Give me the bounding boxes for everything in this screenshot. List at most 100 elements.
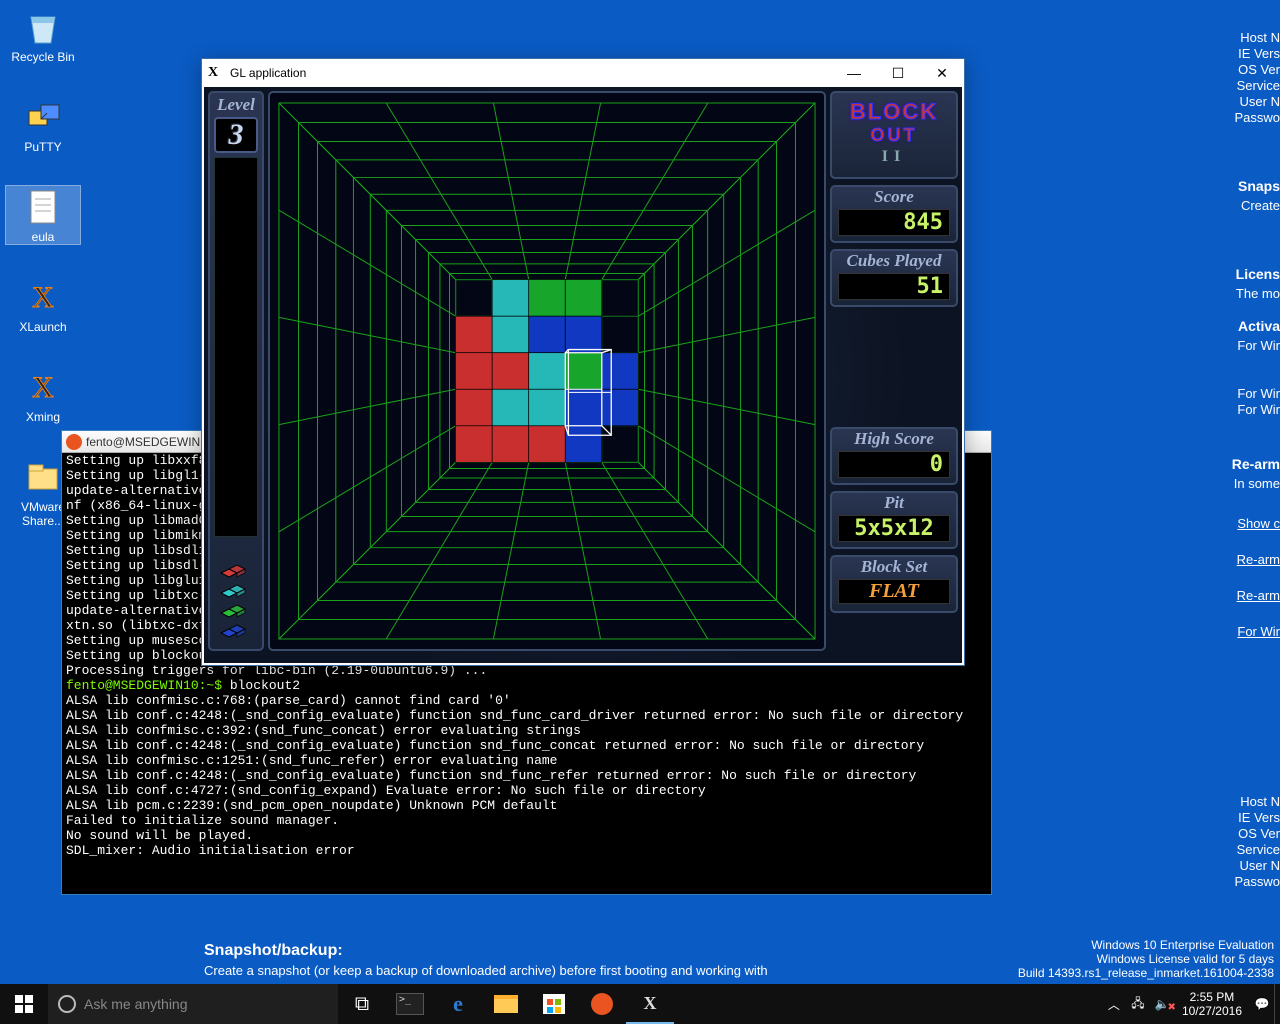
game-body[interactable]: Level 3 BLOCK OUT II Score 845 Cubes Pla… bbox=[204, 87, 962, 663]
score-value: 845 bbox=[838, 209, 950, 236]
bg-fragment: Re-arm bbox=[1232, 456, 1280, 472]
search-box[interactable]: Ask me anything bbox=[48, 984, 338, 1024]
watermark-line: Windows License valid for 5 days bbox=[1018, 952, 1274, 966]
tray-volume-icon[interactable]: 🔈✖ bbox=[1150, 997, 1174, 1011]
bg-fragment: In some bbox=[1234, 476, 1280, 491]
blockset-label: Block Set bbox=[832, 557, 956, 577]
close-button[interactable]: ✕ bbox=[920, 59, 964, 87]
desktop-icon-xming[interactable]: X Xming bbox=[6, 366, 80, 424]
game-pit[interactable] bbox=[268, 91, 826, 651]
tray-network-icon[interactable]: 🖧 bbox=[1126, 994, 1150, 1015]
tray-notifications-icon[interactable]: 💬 bbox=[1250, 997, 1274, 1011]
stack-cube bbox=[219, 583, 251, 599]
bg-fragment: User N bbox=[1240, 94, 1280, 109]
bg-fragment: The mo bbox=[1236, 286, 1280, 301]
task-view-button[interactable]: ⧉ bbox=[338, 984, 386, 1024]
score-label: Score bbox=[832, 187, 956, 207]
hiscore-label: High Score bbox=[832, 429, 956, 449]
taskbar-app-edge[interactable]: e bbox=[434, 984, 482, 1024]
depth-indicator bbox=[214, 157, 258, 537]
game-logo: BLOCK OUT II bbox=[830, 91, 958, 179]
cubes-panel: Cubes Played 51 bbox=[830, 249, 958, 307]
bg-fragment: Activa bbox=[1238, 318, 1280, 334]
bg-fragment: Show c bbox=[1237, 516, 1280, 531]
footer-note: Snapshot/backup: Create a snapshot (or k… bbox=[204, 942, 768, 978]
bg-fragment: For Wir bbox=[1237, 402, 1280, 417]
bg-fragment: For Wir bbox=[1237, 624, 1280, 639]
bg-fragment: Licens bbox=[1236, 266, 1280, 282]
maximize-button[interactable]: ☐ bbox=[876, 59, 920, 87]
taskbar-app-terminal[interactable]: >_ bbox=[386, 984, 434, 1024]
bg-fragment: For Wir bbox=[1237, 386, 1280, 401]
search-placeholder: Ask me anything bbox=[84, 996, 188, 1012]
watermark-line: Build 14393.rs1_release_inmarket.161004-… bbox=[1018, 966, 1274, 980]
bg-fragment: Passwo bbox=[1234, 874, 1280, 889]
blockset-panel: Block Set FLAT bbox=[830, 555, 958, 613]
taskbar-app-ubuntu[interactable] bbox=[578, 984, 626, 1024]
bg-fragment: IE Vers bbox=[1238, 46, 1280, 61]
game-window[interactable]: X GL application — ☐ ✕ Level 3 BLOCK OUT… bbox=[201, 58, 965, 666]
bg-fragment: Snaps bbox=[1238, 178, 1280, 194]
desktop-icon-xlaunch[interactable]: X XLaunch bbox=[6, 276, 80, 334]
bg-fragment: Create bbox=[1241, 198, 1280, 213]
bg-fragment: For Wir bbox=[1237, 338, 1280, 353]
icon-label: Xming bbox=[6, 410, 80, 424]
cortana-icon bbox=[58, 995, 76, 1013]
stack-indicator bbox=[219, 559, 251, 639]
minimize-button[interactable]: — bbox=[832, 59, 876, 87]
tray-clock[interactable]: 2:55 PM 10/27/2016 bbox=[1174, 990, 1250, 1018]
bg-fragment: Passwo bbox=[1234, 110, 1280, 125]
bg-fragment: User N bbox=[1240, 858, 1280, 873]
terminal-title: fento@MSEDGEWIN1 bbox=[86, 435, 207, 449]
bg-fragment: Host N bbox=[1240, 794, 1280, 809]
show-desktop-button[interactable] bbox=[1274, 984, 1280, 1024]
x11-icon: X bbox=[208, 65, 224, 81]
cubes-value: 51 bbox=[838, 273, 950, 300]
taskbar-app-explorer[interactable] bbox=[482, 984, 530, 1024]
footer-text: Create a snapshot (or keep a backup of d… bbox=[204, 963, 768, 978]
icon-label: PuTTY bbox=[6, 140, 80, 154]
tray-chevron-icon[interactable]: ︿ bbox=[1102, 996, 1126, 1013]
stack-cube bbox=[219, 563, 251, 579]
taskbar-app-xming[interactable]: X bbox=[626, 984, 674, 1024]
bg-fragment: Service bbox=[1237, 842, 1280, 857]
vmware-share-icon bbox=[22, 456, 64, 498]
score-panel: Score 845 bbox=[830, 185, 958, 243]
bg-fragment: Host N bbox=[1240, 30, 1280, 45]
desktop-icon-eula[interactable]: eula bbox=[6, 186, 80, 244]
icon-label: XLaunch bbox=[6, 320, 80, 334]
watermark-line: Windows 10 Enterprise Evaluation bbox=[1018, 938, 1274, 952]
xming-icon: X bbox=[22, 366, 64, 408]
system-tray[interactable]: ︿ 🖧 🔈✖ 2:55 PM 10/27/2016 💬 bbox=[1102, 984, 1280, 1024]
desktop-icon-recycle-bin[interactable]: Recycle Bin bbox=[6, 6, 80, 64]
taskbar-app-store[interactable] bbox=[530, 984, 578, 1024]
svg-text:X: X bbox=[32, 371, 54, 404]
level-value: 3 bbox=[214, 117, 258, 153]
eula-icon bbox=[22, 186, 64, 228]
footer-heading: Snapshot/backup: bbox=[204, 942, 768, 960]
taskbar[interactable]: Ask me anything ⧉ >_ e X ︿ 🖧 🔈✖ 2:55 PM … bbox=[0, 984, 1280, 1024]
putty-icon bbox=[22, 96, 64, 138]
bg-fragment: OS Ver bbox=[1238, 62, 1280, 77]
blockset-value: FLAT bbox=[838, 579, 950, 604]
level-panel: Level 3 bbox=[208, 91, 264, 651]
bg-fragment: OS Ver bbox=[1238, 826, 1280, 841]
icon-label: eula bbox=[6, 230, 80, 244]
start-button[interactable] bbox=[0, 984, 48, 1024]
pit-label: Pit bbox=[832, 493, 956, 513]
game-titlebar[interactable]: X GL application — ☐ ✕ bbox=[202, 59, 964, 87]
desktop-icon-putty[interactable]: PuTTY bbox=[6, 96, 80, 154]
hiscore-panel: High Score 0 bbox=[830, 427, 958, 485]
svg-text:X: X bbox=[32, 281, 54, 314]
stack-cube bbox=[219, 603, 251, 619]
level-label: Level bbox=[210, 95, 262, 115]
bg-fragment: Service bbox=[1237, 78, 1280, 93]
icon-label: Recycle Bin bbox=[6, 50, 80, 64]
stack-cube bbox=[219, 623, 251, 639]
recycle-bin-icon bbox=[22, 6, 64, 48]
bg-fragment: Re-arm bbox=[1237, 588, 1280, 603]
bg-fragment: Re-arm bbox=[1237, 552, 1280, 567]
pit-value: 5x5x12 bbox=[838, 515, 950, 542]
ubuntu-icon bbox=[66, 434, 82, 450]
pit-panel: Pit 5x5x12 bbox=[830, 491, 958, 549]
